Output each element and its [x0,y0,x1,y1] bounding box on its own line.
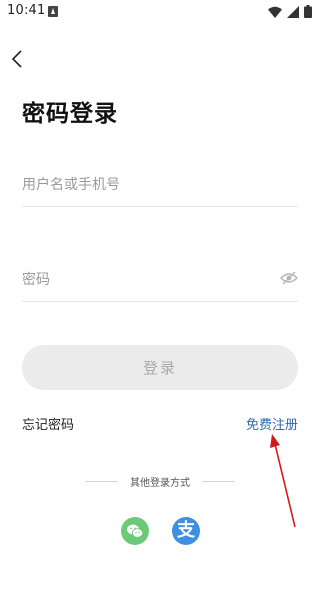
battery-icon [304,5,312,18]
wechat-login-button[interactable] [121,517,149,545]
password-input[interactable] [22,258,252,301]
login-button[interactable]: 登录 [22,345,298,390]
forgot-password-link[interactable]: 忘记密码 [22,414,74,433]
register-link[interactable]: 免费注册 [246,414,298,433]
username-input[interactable] [22,163,252,206]
alipay-icon: 支 [177,520,195,541]
chevron-left-icon [11,50,22,68]
wifi-icon [268,6,282,18]
other-login-divider: 其他登录方式 [85,474,235,489]
wechat-icon [127,524,144,538]
other-login-label: 其他登录方式 [130,478,190,489]
status-bar: 10:41 [0,0,320,24]
back-button[interactable] [2,44,32,74]
alipay-login-button[interactable]: 支 [172,517,200,545]
page-title: 密码登录 [22,101,118,127]
eye-off-icon[interactable] [280,271,298,285]
signal-icon [287,5,299,18]
status-time: 10:41 [7,3,46,18]
divider-line-left [85,481,118,482]
username-field [22,163,298,207]
password-field [22,258,298,302]
status-icons [268,5,312,18]
notification-icon [48,6,58,17]
divider-line-right [202,481,235,482]
